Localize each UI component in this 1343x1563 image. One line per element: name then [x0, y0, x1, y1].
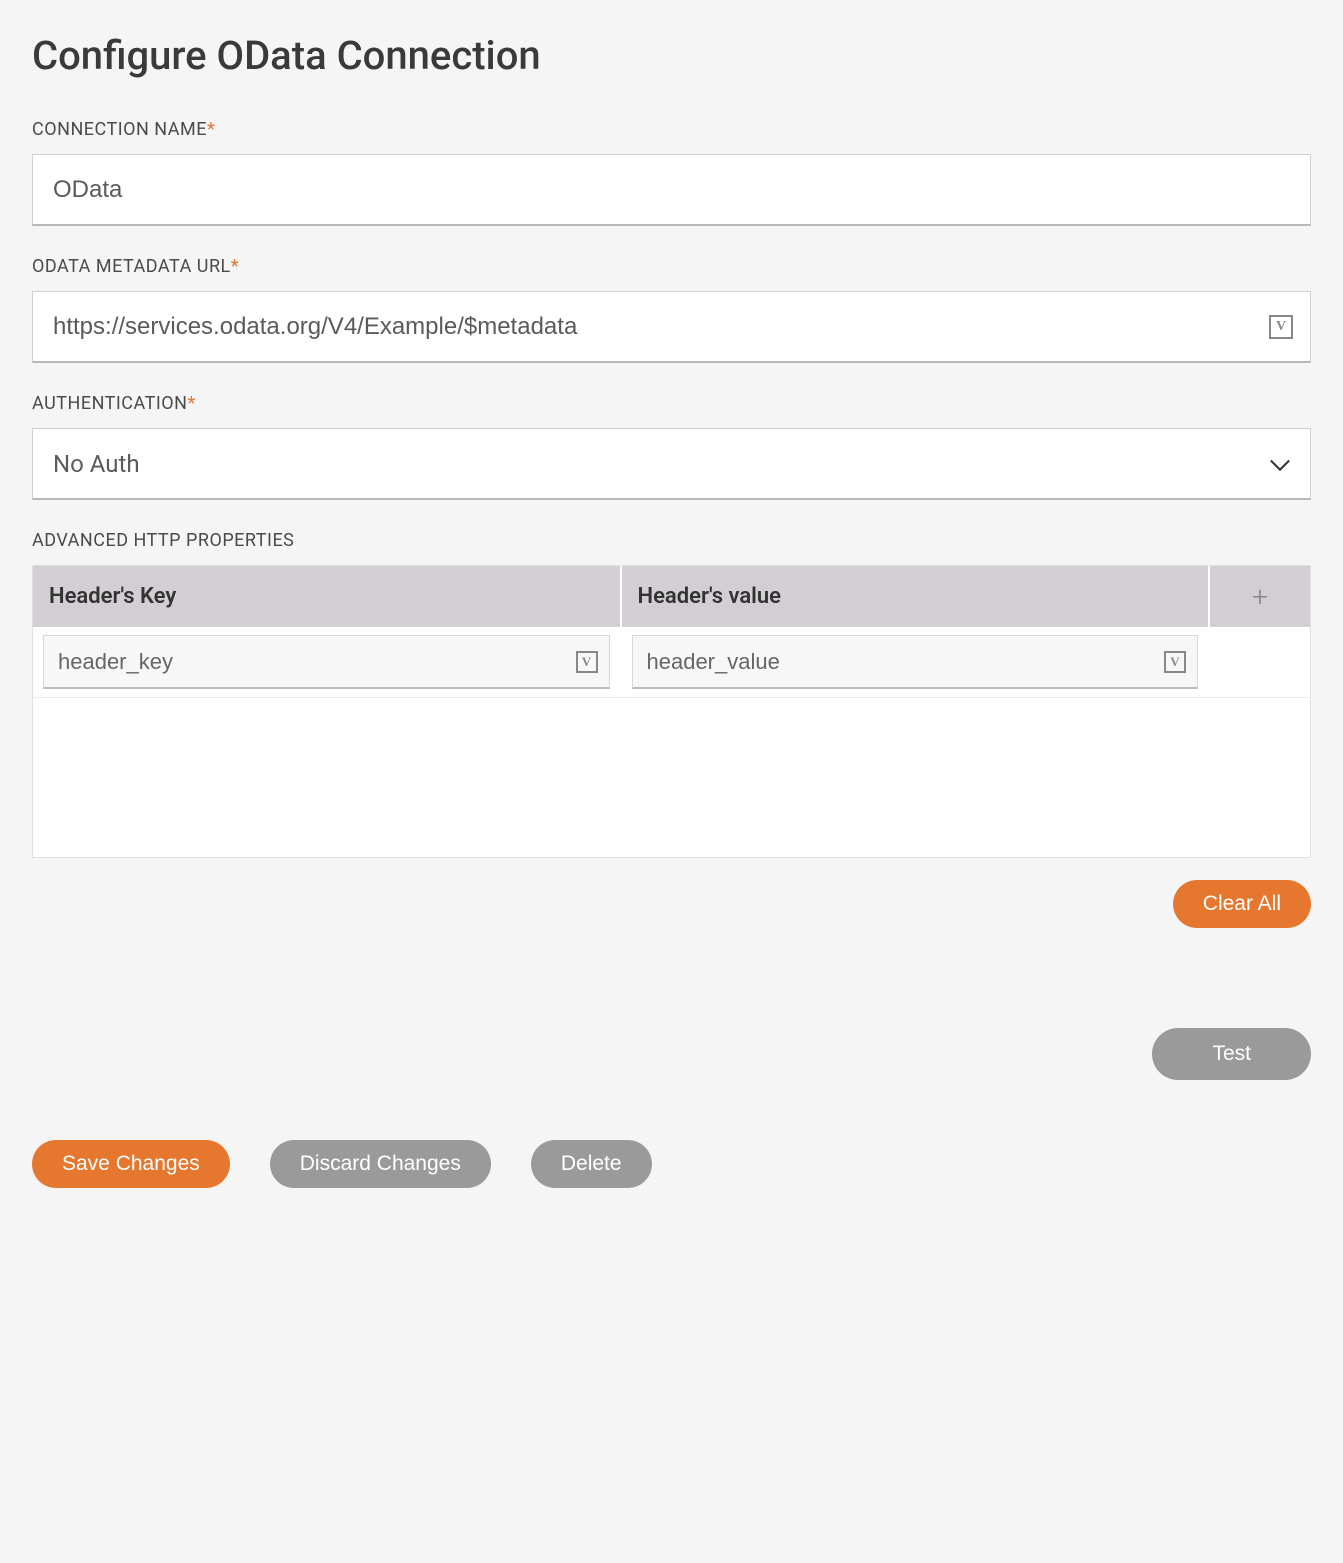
advanced-http-label: ADVANCED HTTP PROPERTIES	[32, 530, 1311, 551]
required-star: *	[187, 393, 195, 414]
headers-table: Header's Key Header's value + V V	[32, 565, 1311, 858]
table-empty-area	[33, 697, 1310, 857]
variable-icon[interactable]: V	[576, 651, 598, 673]
connection-name-group: CONNECTION NAME*	[32, 119, 1311, 226]
authentication-group: AUTHENTICATION* No Auth	[32, 393, 1311, 500]
connection-name-label: CONNECTION NAME*	[32, 119, 1311, 140]
authentication-select[interactable]: No Auth	[32, 428, 1311, 500]
test-button[interactable]: Test	[1152, 1028, 1311, 1080]
table-row: V V	[33, 627, 1310, 697]
metadata-url-input[interactable]	[32, 291, 1311, 363]
page-title: Configure OData Connection	[32, 32, 1311, 79]
variable-icon[interactable]: V	[1269, 315, 1293, 339]
discard-changes-button[interactable]: Discard Changes	[270, 1140, 491, 1188]
connection-name-label-text: CONNECTION NAME	[32, 119, 207, 140]
add-header-button[interactable]: +	[1210, 566, 1310, 627]
header-value-input[interactable]	[632, 635, 1199, 689]
delete-button[interactable]: Delete	[531, 1140, 652, 1188]
variable-icon[interactable]: V	[1164, 651, 1186, 673]
save-changes-button[interactable]: Save Changes	[32, 1140, 230, 1188]
table-header-row: Header's Key Header's value +	[33, 566, 1310, 627]
column-header-value: Header's value	[622, 566, 1209, 627]
plus-icon: +	[1252, 583, 1268, 611]
metadata-url-label-text: ODATA METADATA URL	[32, 256, 231, 277]
authentication-value: No Auth	[53, 450, 140, 478]
column-header-key: Header's Key	[33, 566, 620, 627]
authentication-label: AUTHENTICATION*	[32, 393, 1311, 414]
clear-all-button[interactable]: Clear All	[1173, 880, 1311, 928]
required-star: *	[231, 256, 239, 277]
authentication-label-text: AUTHENTICATION	[32, 393, 187, 414]
required-star: *	[207, 119, 215, 140]
metadata-url-label: ODATA METADATA URL*	[32, 256, 1311, 277]
metadata-url-group: ODATA METADATA URL* V	[32, 256, 1311, 363]
header-key-input[interactable]	[43, 635, 610, 689]
advanced-http-group: ADVANCED HTTP PROPERTIES Header's Key He…	[32, 530, 1311, 928]
connection-name-input[interactable]	[32, 154, 1311, 226]
